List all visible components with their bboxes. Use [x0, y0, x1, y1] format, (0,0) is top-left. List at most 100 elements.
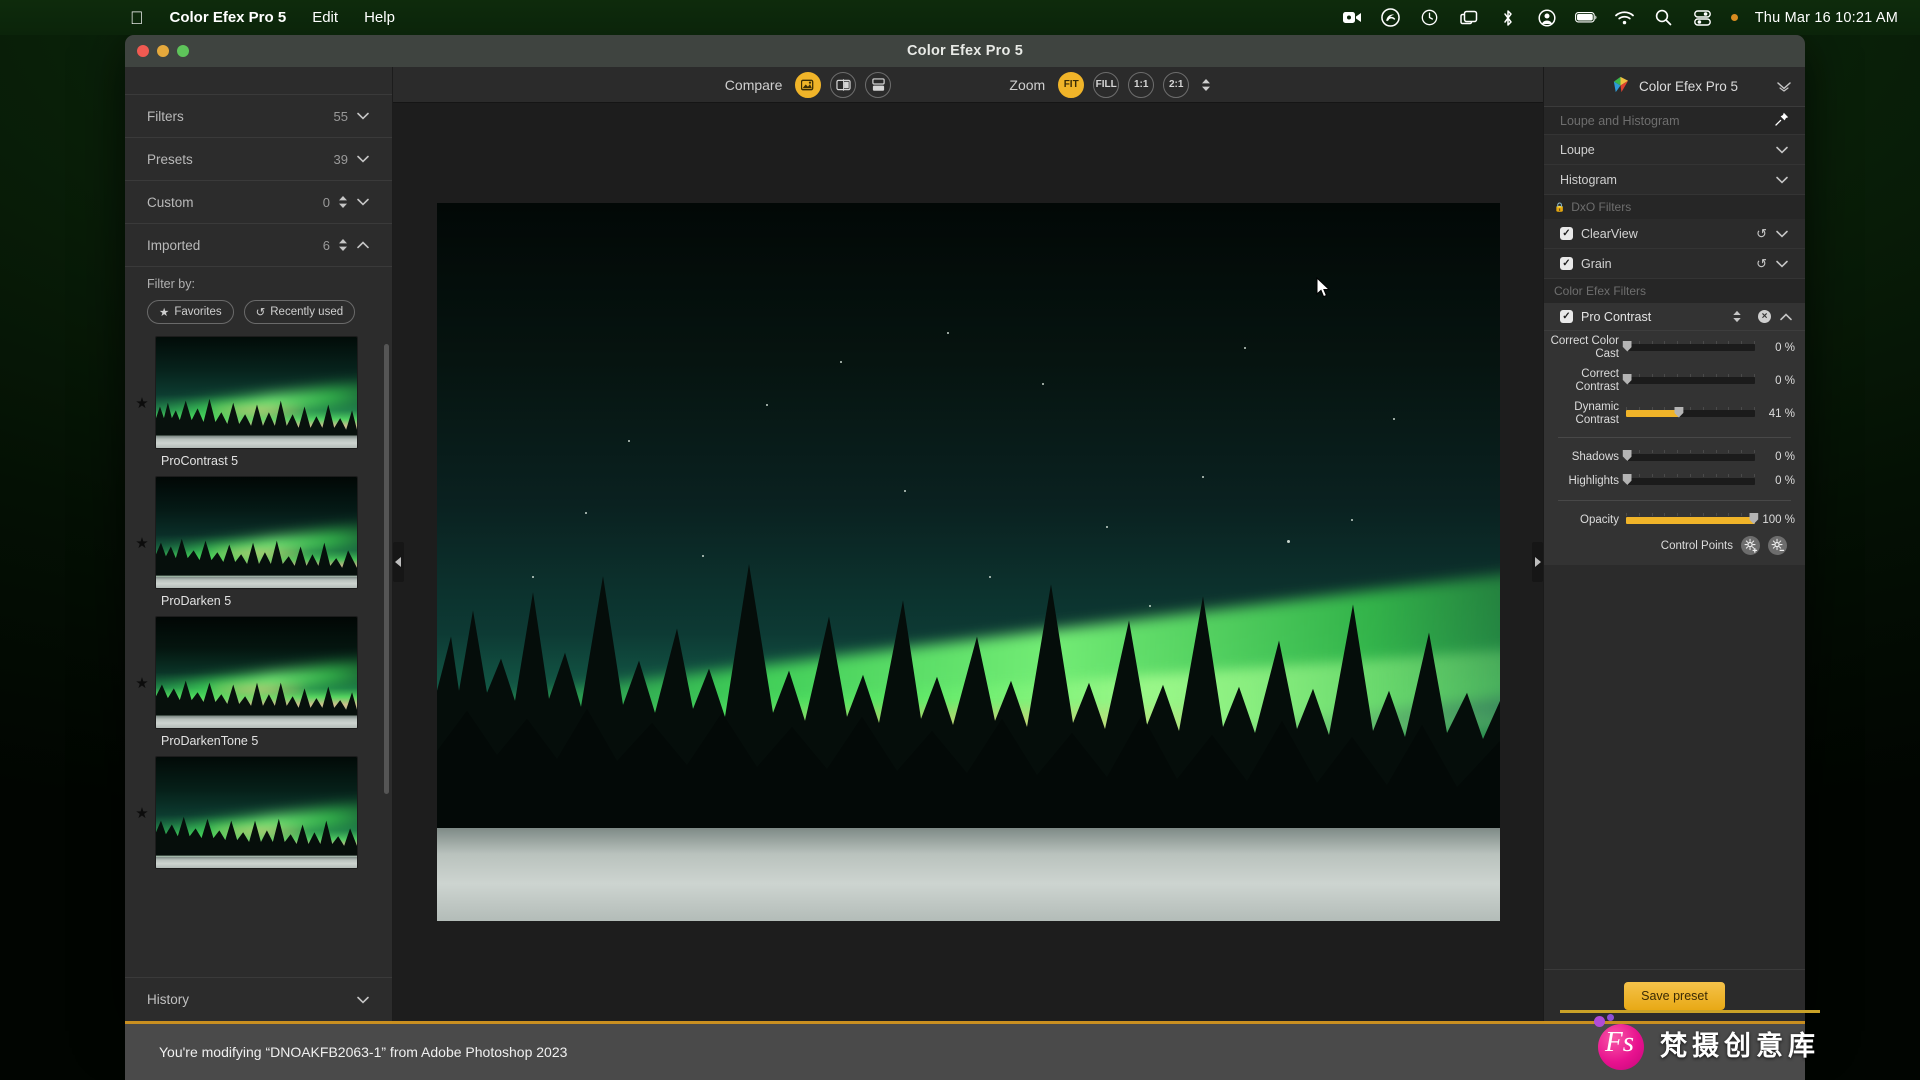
save-preset-button[interactable]: Save preset: [1624, 982, 1725, 1010]
status-text: You're modifying “DNOAKFB2063-1” from Ad…: [125, 1044, 567, 1060]
favorite-star-icon[interactable]: ★: [129, 804, 155, 822]
checkbox-checked-icon[interactable]: ✓: [1560, 257, 1573, 270]
checkbox-checked-icon[interactable]: ✓: [1560, 310, 1573, 323]
list-item[interactable]: ★ ProContrast 5: [129, 336, 392, 470]
slider-label: Opacity: [1550, 514, 1626, 527]
control-center-icon[interactable]: [1692, 7, 1714, 29]
bluetooth-icon[interactable]: [1497, 7, 1519, 29]
remove-filter-button[interactable]: ×: [1758, 310, 1771, 323]
menubar-app-name[interactable]: Color Efex Pro 5: [170, 9, 287, 26]
zoom-2to1-button[interactable]: 2:1: [1163, 72, 1189, 98]
sort-stepper-icon[interactable]: [338, 195, 348, 209]
chevron-down-icon[interactable]: [1775, 143, 1789, 157]
preset-thumbnail[interactable]: [155, 756, 358, 869]
slider-track[interactable]: [1626, 512, 1755, 528]
list-item[interactable]: ★ ProDarkenTone 5: [129, 616, 392, 750]
chip-favorites[interactable]: ★ Favorites: [147, 300, 234, 324]
slider-track[interactable]: [1626, 340, 1755, 356]
screen-mirroring-icon[interactable]: [1458, 7, 1480, 29]
reorder-handle-icon[interactable]: [1732, 310, 1742, 323]
screen-record-icon[interactable]: [1341, 7, 1363, 29]
menubar-item-help[interactable]: Help: [364, 9, 395, 26]
time-machine-icon[interactable]: [1419, 7, 1441, 29]
menubar-item-edit[interactable]: Edit: [312, 9, 338, 26]
list-item[interactable]: ★ ProDarken 5: [129, 476, 392, 610]
slider-shadows[interactable]: Shadows 0 %: [1544, 445, 1805, 469]
favorite-star-icon[interactable]: ★: [129, 534, 155, 552]
chevron-down-icon[interactable]: [356, 152, 370, 166]
status-bar: You're modifying “DNOAKFB2063-1” from Ad…: [125, 1021, 1805, 1080]
preset-thumbnail[interactable]: [155, 476, 358, 589]
sidebar-scrollbar[interactable]: [384, 344, 389, 794]
slider-track[interactable]: [1626, 406, 1755, 422]
search-icon[interactable]: [1653, 7, 1675, 29]
reset-icon[interactable]: ↺: [1756, 226, 1767, 242]
sidebar-category-label: Imported: [147, 238, 323, 253]
split-view-button[interactable]: [830, 72, 856, 98]
slider-highlights[interactable]: Highlights 0 %: [1544, 469, 1805, 493]
slider-dynamic-contrast[interactable]: Dynamic Contrast 41 %: [1544, 397, 1805, 430]
chevron-down-icon[interactable]: [356, 195, 370, 209]
dxo-filter-grain[interactable]: ✓ Grain ↺: [1544, 249, 1805, 279]
slider-correct-contrast[interactable]: Correct Contrast 0 %: [1544, 364, 1805, 397]
collapse-left-panel-handle[interactable]: [393, 542, 404, 582]
chip-recently-used[interactable]: ↺ Recently used: [244, 300, 356, 324]
preset-thumbnail[interactable]: [155, 336, 358, 449]
slider-track[interactable]: [1626, 449, 1755, 465]
collapse-right-panel-handle[interactable]: [1532, 542, 1543, 582]
zoom-stepper-icon[interactable]: [1201, 78, 1211, 92]
sidebar-category-imported[interactable]: Imported 6: [125, 224, 392, 267]
chevron-down-icon[interactable]: [356, 993, 370, 1007]
loupe-row[interactable]: Loupe: [1544, 135, 1805, 165]
preview-image[interactable]: [437, 203, 1500, 921]
stacked-view-button[interactable]: [865, 72, 891, 98]
preset-thumbnail[interactable]: [155, 616, 358, 729]
sidebar-category-presets[interactable]: Presets 39: [125, 138, 392, 181]
sort-stepper-icon[interactable]: [338, 238, 348, 252]
filter-card-header[interactable]: ✓ Pro Contrast ×: [1544, 303, 1805, 331]
loupe-and-histogram-section[interactable]: Loupe and Histogram: [1544, 107, 1805, 135]
slider-track[interactable]: [1626, 373, 1755, 389]
close-button[interactable]: [137, 45, 149, 57]
favorite-star-icon[interactable]: ★: [129, 674, 155, 692]
history-section[interactable]: History: [125, 977, 392, 1021]
creative-cloud-icon[interactable]: [1380, 7, 1402, 29]
slider-opacity[interactable]: Opacity 100 %: [1544, 508, 1805, 532]
dxo-filter-clearview[interactable]: ✓ ClearView ↺: [1544, 219, 1805, 249]
sidebar-category-custom[interactable]: Custom 0: [125, 181, 392, 224]
histogram-row[interactable]: Histogram: [1544, 165, 1805, 195]
zoom-button[interactable]: [177, 45, 189, 57]
zoom-fit-button[interactable]: FIT: [1058, 72, 1084, 98]
control-point-minus-icon[interactable]: [1768, 536, 1787, 555]
compare-label: Compare: [725, 77, 783, 93]
pin-icon[interactable]: [1775, 112, 1789, 129]
wifi-icon[interactable]: [1614, 7, 1636, 29]
list-item[interactable]: ★: [129, 756, 392, 869]
preset-thumbnail-list[interactable]: ★ ProContrast 5 ★: [125, 336, 392, 977]
compare-group: Compare: [725, 72, 892, 98]
slider-correct-color-cast[interactable]: Correct Color Cast 0 %: [1544, 331, 1805, 364]
sidebar-category-filters[interactable]: Filters 55: [125, 95, 392, 138]
checkbox-checked-icon[interactable]: ✓: [1560, 227, 1573, 240]
chevron-down-icon[interactable]: [1775, 173, 1789, 187]
apple-logo-icon[interactable]: : [130, 9, 144, 27]
chevron-down-icon[interactable]: [1775, 227, 1789, 241]
sidebar-category-label: Presets: [147, 152, 334, 167]
chevron-up-icon[interactable]: [1779, 310, 1793, 324]
zoom-1to1-button[interactable]: 1:1: [1128, 72, 1154, 98]
image-canvas[interactable]: [393, 103, 1543, 1021]
minimize-button[interactable]: [157, 45, 169, 57]
reset-icon[interactable]: ↺: [1756, 256, 1767, 272]
battery-icon[interactable]: [1575, 7, 1597, 29]
control-point-plus-icon[interactable]: [1741, 536, 1760, 555]
chevron-down-icon[interactable]: [1777, 80, 1791, 94]
zoom-fill-button[interactable]: FILL: [1093, 72, 1119, 98]
single-image-view-button[interactable]: [795, 72, 821, 98]
chevron-up-icon[interactable]: [356, 238, 370, 252]
menubar-clock[interactable]: Thu Mar 16 10:21 AM: [1755, 10, 1898, 26]
user-account-icon[interactable]: [1536, 7, 1558, 29]
slider-track[interactable]: [1626, 473, 1755, 489]
chevron-down-icon[interactable]: [356, 109, 370, 123]
favorite-star-icon[interactable]: ★: [129, 394, 155, 412]
chevron-down-icon[interactable]: [1775, 257, 1789, 271]
